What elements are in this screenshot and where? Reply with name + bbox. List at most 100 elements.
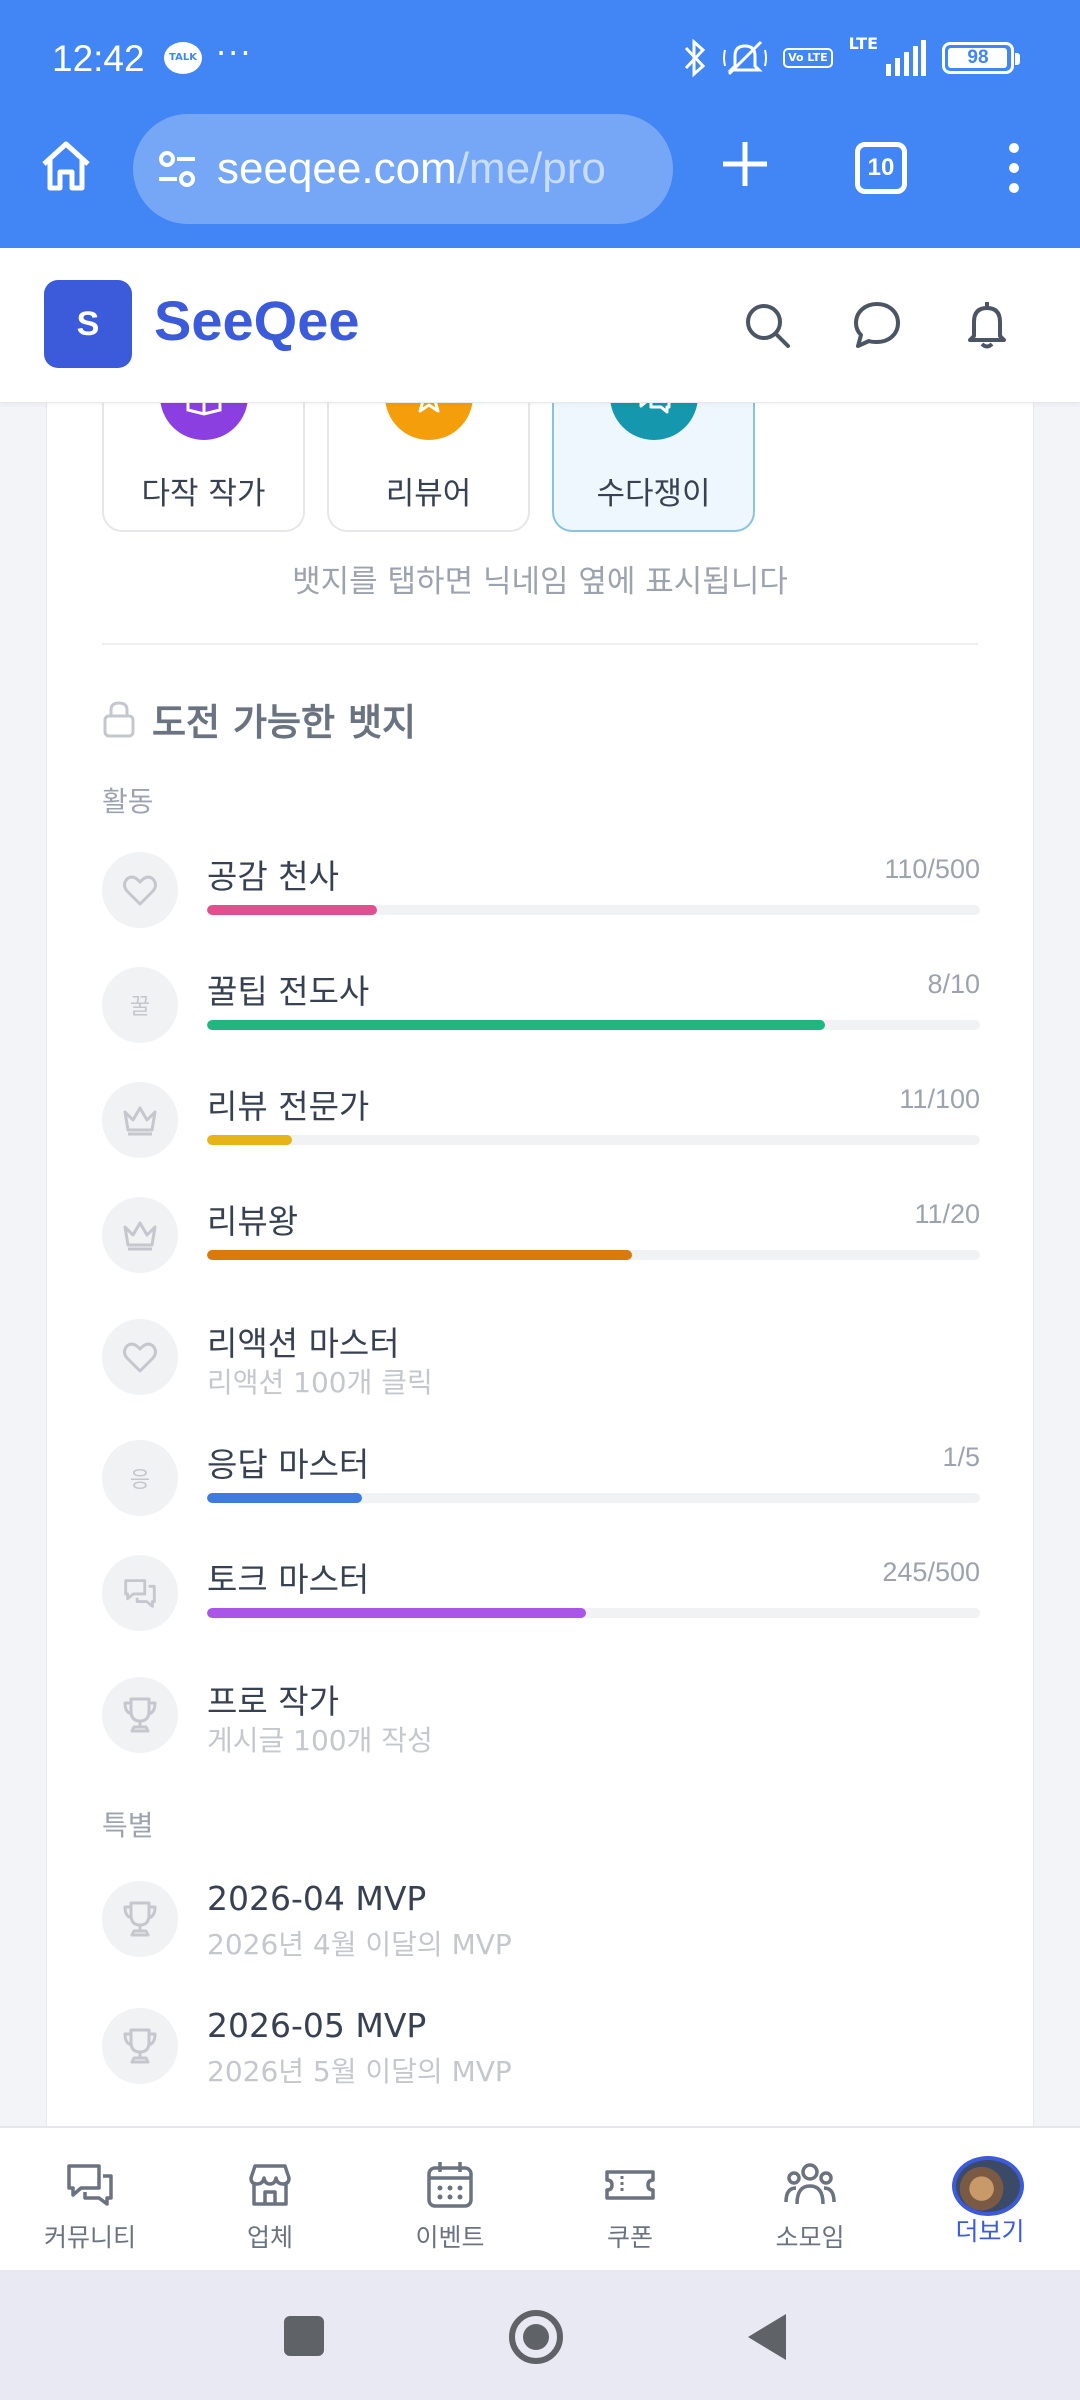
lock-icon <box>103 701 135 738</box>
nav-label: 업체 <box>246 2223 293 2252</box>
badge-name: 토크 마스터 <box>207 1560 370 1599</box>
trophy-icon <box>123 1901 157 1937</box>
silent-mode-icon <box>723 40 768 76</box>
progress-track <box>207 1608 980 1618</box>
badge-icon-circle <box>102 1881 178 1957</box>
nav-label: 커뮤니티 <box>43 2223 136 2252</box>
badge-item-talk-master[interactable]: 토크 마스터 245/500 <box>102 1551 980 1641</box>
badge-item-mvp-2026-05[interactable]: 2026-05 MVP 2026년 5월 이달의 MVP <box>102 2004 980 2094</box>
badge-item-review-king[interactable]: 리뷰왕 11/20 <box>102 1193 980 1283</box>
progress-track <box>207 1493 980 1503</box>
nav-label: 이벤트 <box>415 2223 485 2252</box>
nav-label: 소모임 <box>775 2223 845 2252</box>
system-navigation-bar <box>0 2270 1080 2400</box>
search-icon[interactable] <box>740 298 794 352</box>
badge-item-review-expert[interactable]: 리뷰 전문가 11/100 <box>102 1078 980 1168</box>
section-divider <box>102 643 978 645</box>
battery-level: 98 <box>967 47 989 68</box>
badge-item-reaction-master[interactable]: 리액션 마스터 리액션 100개 클릭 <box>102 1315 980 1405</box>
badge-progress-count: 8/10 <box>927 969 980 999</box>
nav-coupons[interactable]: 쿠폰 <box>540 2128 720 2272</box>
badge-item-tip-evangelist[interactable]: 꿀 꿀팁 전도사 8/10 <box>102 963 980 1053</box>
battery-icon: 98 <box>942 42 1020 74</box>
group-label-special: 특별 <box>102 1809 154 1842</box>
lte-label: LTE <box>848 34 878 53</box>
progress-track <box>207 905 980 915</box>
status-icons: Vo LTE LTE 98 <box>683 34 1020 80</box>
badge-item-pro-writer[interactable]: 프로 작가 게시글 100개 작성 <box>102 1673 980 1763</box>
badge-progress-count: 11/100 <box>899 1084 980 1114</box>
tab-switcher-button[interactable]: 10 <box>855 142 907 194</box>
url-text: seeqee.com/me/pro <box>217 144 606 194</box>
avatar <box>952 2156 1024 2216</box>
badge-item-mvp-2026-04[interactable]: 2026-04 MVP 2026년 4월 이달의 MVP <box>102 1877 980 1967</box>
badge-name: 응답 마스터 <box>207 1445 370 1484</box>
challenge-section-title: 도전 가능한 뱃지 <box>102 692 416 746</box>
badge-icon-circle: 꿀 <box>102 967 178 1043</box>
badge-label: 다작 작가 <box>141 476 266 512</box>
progress-bar <box>207 1250 633 1260</box>
badge-name: 2026-05 MVP <box>207 2006 427 2045</box>
heart-icon <box>123 875 157 906</box>
recents-button[interactable] <box>284 2316 324 2356</box>
progress-bar <box>207 1608 586 1618</box>
badge-name: 리뷰왕 <box>207 1202 299 1241</box>
badge-icon-text: 꿀 <box>129 995 151 1020</box>
ticket-icon <box>605 2170 655 2200</box>
badge-name: 프로 작가 <box>207 1682 339 1721</box>
progress-bar <box>207 905 378 915</box>
badge-icon-circle: 응 <box>102 1440 178 1516</box>
store-icon <box>249 2164 291 2206</box>
new-tab-icon[interactable] <box>717 136 773 192</box>
badge-icon-circle <box>102 1677 178 1753</box>
heart-icon <box>123 1342 157 1373</box>
progress-bar <box>207 1020 826 1030</box>
progress-bar <box>207 1135 293 1145</box>
volte-icon: Vo LTE <box>783 48 833 68</box>
badge-description: 리액션 100개 클릭 <box>207 1366 433 1399</box>
badge-card: 다작 작가 리뷰어 수다쟁이 뱃지를 탭하면 닉네임 옆에 표시됩니다 도전 가… <box>46 380 1034 2126</box>
browser-menu-icon[interactable] <box>1000 140 1028 196</box>
more-notifications-icon: ··· <box>216 34 253 72</box>
crown-icon <box>123 1221 157 1251</box>
nav-community[interactable]: 커뮤니티 <box>0 2128 180 2272</box>
badge-name: 리액션 마스터 <box>207 1324 400 1363</box>
progress-track <box>207 1020 980 1030</box>
badge-item-response-master[interactable]: 응 응답 마스터 1/5 <box>102 1436 980 1526</box>
progress-track <box>207 1250 980 1260</box>
crown-icon <box>123 1106 157 1136</box>
logo-mark[interactable]: S <box>44 280 132 368</box>
site-settings-icon[interactable] <box>153 145 201 193</box>
nav-more[interactable]: 더보기 <box>900 2128 1080 2272</box>
badge-description: 2026년 5월 이달의 MVP <box>207 2055 512 2088</box>
badge-item-empathy-angel[interactable]: 공감 천사 110/500 <box>102 848 980 938</box>
address-bar[interactable]: seeqee.com/me/pro <box>133 114 673 224</box>
status-bar: 12:42 TALK ··· Vo LTE LTE 98 <box>0 0 1080 118</box>
url-path: /me/pro <box>456 144 606 193</box>
progress-track <box>207 1135 980 1145</box>
nav-events[interactable]: 이벤트 <box>360 2128 540 2272</box>
badge-icon-circle <box>102 852 178 928</box>
trophy-icon <box>123 2028 157 2064</box>
status-time: 12:42 <box>52 38 145 79</box>
badge-icon-circle <box>102 1555 178 1631</box>
nav-store[interactable]: 업체 <box>180 2128 360 2272</box>
badge-progress-count: 11/20 <box>914 1199 980 1229</box>
back-button[interactable] <box>748 2314 786 2360</box>
nav-groups[interactable]: 소모임 <box>720 2128 900 2272</box>
chat-icon[interactable] <box>850 298 904 352</box>
home-icon[interactable] <box>36 136 96 196</box>
brand-name[interactable]: SeeQee <box>154 288 360 353</box>
badge-description: 게시글 100개 작성 <box>207 1724 433 1757</box>
badge-icon-circle <box>102 1197 178 1273</box>
bell-icon[interactable] <box>960 298 1014 352</box>
trophy-icon <box>123 1697 157 1733</box>
chat-bubbles-icon <box>124 1579 156 1608</box>
home-button[interactable] <box>509 2310 563 2364</box>
badge-icon-circle <box>102 1082 178 1158</box>
badge-icon-text: 응 <box>129 1468 151 1493</box>
signal-icon <box>886 40 926 76</box>
nav-label: 더보기 <box>955 2217 1025 2246</box>
kakaotalk-notification-icon: TALK <box>164 42 202 74</box>
badge-progress-count: 110/500 <box>884 854 980 884</box>
